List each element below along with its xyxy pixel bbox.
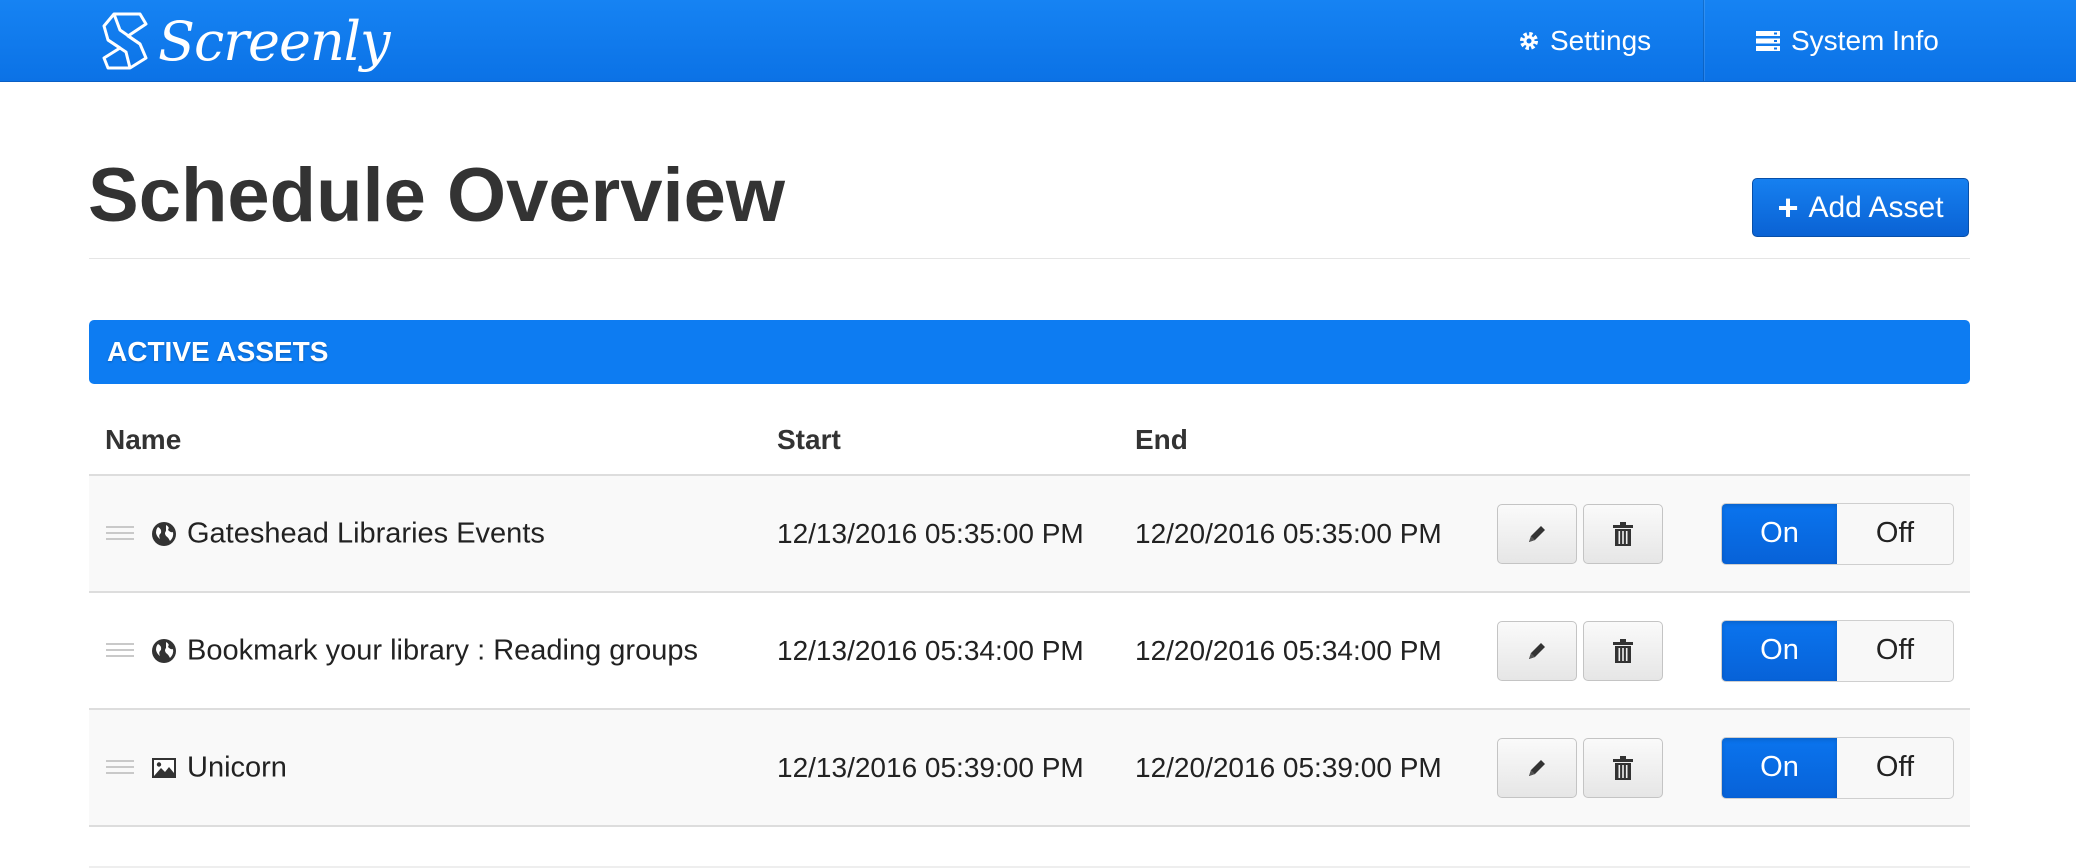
pencil-icon — [1529, 525, 1545, 542]
brand-name: Screenly — [158, 9, 391, 73]
screenly-logo-icon — [102, 12, 148, 70]
title-divider — [89, 258, 1970, 259]
asset-name: Unicorn — [187, 751, 287, 783]
plus-icon: + — [1777, 186, 1799, 228]
nav-settings-label: Settings — [1550, 24, 1652, 56]
asset-toggle: On Off — [1721, 619, 1954, 682]
trash-icon — [1613, 521, 1633, 546]
edit-asset-button[interactable] — [1497, 737, 1577, 798]
table-row: Unicorn 12/13/2016 05:39:00 PM 12/20/201… — [89, 710, 1970, 827]
brand-logo[interactable]: Screenly — [100, 6, 391, 76]
image-icon — [152, 757, 176, 778]
table-row: Gateshead Libraries Events 12/13/2016 05… — [89, 476, 1970, 593]
asset-toggle: On Off — [1721, 736, 1954, 799]
add-asset-button[interactable]: + Add Asset — [1752, 178, 1969, 237]
asset-end-date: 12/20/2016 05:39:00 PM — [1135, 751, 1442, 783]
add-asset-label: Add Asset — [1808, 190, 1944, 224]
drag-handle-icon[interactable] — [106, 642, 134, 659]
asset-start-date: 12/13/2016 05:35:00 PM — [777, 517, 1084, 549]
toggle-off-button[interactable]: Off — [1837, 738, 1953, 798]
asset-start-date: 12/13/2016 05:34:00 PM — [777, 634, 1084, 666]
globe-icon — [152, 638, 176, 663]
edit-asset-button[interactable] — [1497, 503, 1577, 564]
drag-handle-icon[interactable] — [106, 525, 134, 542]
column-header-name: Name — [105, 424, 182, 455]
toggle-off-button[interactable]: Off — [1837, 621, 1953, 681]
trash-icon — [1613, 755, 1633, 780]
trash-icon — [1613, 638, 1633, 663]
nav-divider — [1703, 0, 1704, 81]
nav-settings-link[interactable]: Settings — [1518, 0, 1651, 81]
drag-handle-icon[interactable] — [106, 759, 134, 776]
edit-asset-button[interactable] — [1497, 620, 1577, 681]
active-assets-header: ACTIVE ASSETS — [89, 320, 1970, 384]
asset-end-date: 12/20/2016 05:35:00 PM — [1135, 517, 1442, 549]
delete-asset-button[interactable] — [1583, 503, 1663, 564]
toggle-on-button[interactable]: On — [1722, 737, 1837, 798]
server-icon — [1756, 30, 1780, 51]
globe-icon — [152, 521, 176, 546]
asset-name: Bookmark your library : Reading groups — [187, 634, 698, 666]
column-header-start: Start — [777, 424, 841, 455]
delete-asset-button[interactable] — [1583, 620, 1663, 681]
asset-end-date: 12/20/2016 05:34:00 PM — [1135, 634, 1442, 666]
nav-system-info-link[interactable]: System Info — [1755, 0, 1939, 81]
column-header-end: End — [1135, 424, 1188, 455]
table-row: Bookmark your library : Reading groups 1… — [89, 593, 1970, 710]
gear-icon — [1520, 31, 1538, 50]
asset-name: Gateshead Libraries Events — [187, 517, 545, 549]
delete-asset-button[interactable] — [1583, 737, 1663, 798]
toggle-on-button[interactable]: On — [1722, 503, 1837, 564]
toggle-off-button[interactable]: Off — [1837, 504, 1953, 564]
pencil-icon — [1529, 642, 1545, 659]
navbar: Screenly Settings System Info — [0, 0, 2076, 82]
pencil-icon — [1529, 759, 1545, 776]
asset-start-date: 12/13/2016 05:39:00 PM — [777, 751, 1084, 783]
nav-system-info-label: System Info — [1791, 24, 1939, 56]
page-title: Schedule Overview — [88, 153, 785, 238]
asset-toggle: On Off — [1721, 502, 1954, 565]
toggle-on-button[interactable]: On — [1722, 620, 1837, 681]
